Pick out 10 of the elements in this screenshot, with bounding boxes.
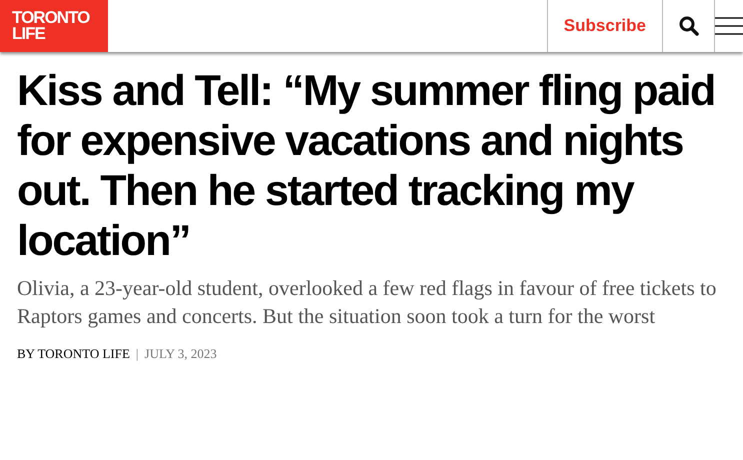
byline-link[interactable]: BY TORONTO LIFE bbox=[17, 344, 130, 364]
subscribe-link[interactable]: Subscribe bbox=[546, 0, 662, 52]
site-logo[interactable]: TORONTO LIFE bbox=[0, 0, 108, 52]
publish-date: JULY 3, 2023 bbox=[144, 345, 217, 363]
separator: | bbox=[136, 345, 139, 363]
menu-button[interactable] bbox=[714, 0, 743, 52]
menu-icon bbox=[715, 16, 743, 36]
article-subtitle: Olivia, a 23-year-old student, overlooked a few red flags in favour of free tickets to Raptors games and concerts. But the situation soon took a turn for the worst bbox=[17, 275, 718, 330]
article-headline: Kiss and Tell: “My summer fling paid for expensive vacations and nights out. Then he started tracking my location” bbox=[17, 66, 716, 266]
search-icon bbox=[678, 16, 698, 36]
